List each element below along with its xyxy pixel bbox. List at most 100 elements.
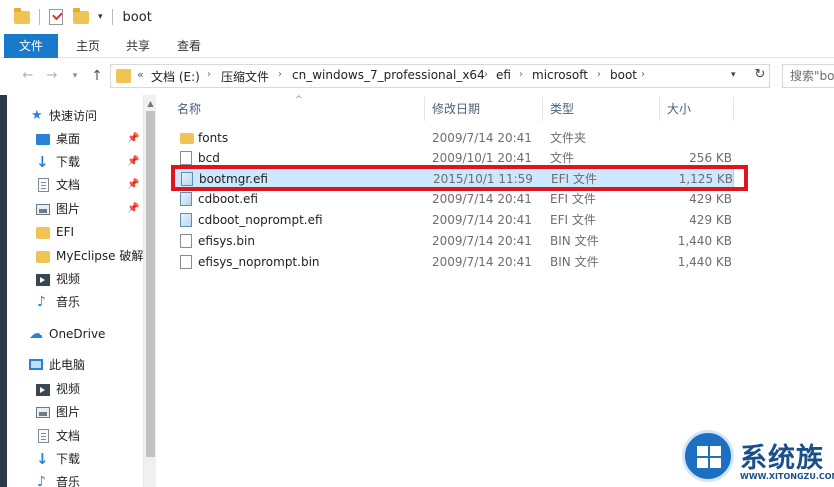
sidebar-item-downloads[interactable]: ↓ 下载 📌 bbox=[7, 151, 143, 173]
pin-icon[interactable]: 📌 bbox=[127, 174, 139, 196]
breadcrumb-separator[interactable]: › bbox=[278, 69, 282, 80]
sidebar-item-label: MyEclipse 破解 bbox=[56, 249, 143, 263]
file-list: ^ 名称 修改日期 类型 大小 fonts 2009/7/14 20:41 文件… bbox=[156, 95, 834, 487]
tab-file[interactable]: 文件 bbox=[4, 34, 58, 58]
file-name: fonts bbox=[198, 131, 229, 145]
column-header-modified[interactable]: 修改日期 bbox=[432, 97, 480, 121]
file-modified: 2009/7/14 20:41 bbox=[432, 213, 532, 227]
recent-locations-dropdown[interactable]: ▾ bbox=[68, 67, 82, 85]
sidebar-item-documents[interactable]: 文档 📌 bbox=[7, 174, 143, 196]
sidebar-item-label: 音乐 bbox=[56, 295, 81, 309]
column-header-size[interactable]: 大小 bbox=[667, 97, 691, 121]
column-divider[interactable] bbox=[659, 97, 660, 121]
breadcrumb-item[interactable]: 压缩文件 bbox=[221, 68, 269, 85]
file-size: 429 KB bbox=[689, 213, 732, 227]
tab-view[interactable]: 查看 bbox=[171, 34, 207, 58]
watermark-name: 系统族 bbox=[740, 443, 824, 474]
document-icon bbox=[38, 429, 49, 443]
breadcrumb-separator[interactable]: › bbox=[597, 69, 601, 80]
file-name: efisys_noprompt.bin bbox=[198, 255, 320, 269]
breadcrumb-overflow[interactable]: « bbox=[137, 68, 144, 81]
file-row[interactable]: cdboot.efi 2009/7/14 20:41 EFI 文件 429 KB bbox=[174, 189, 734, 209]
chevron-down-icon[interactable]: ▾ bbox=[731, 70, 736, 80]
sidebar-item-quick-access[interactable]: ★ 快速访问 bbox=[7, 105, 143, 127]
column-header-name[interactable]: 名称 bbox=[177, 97, 201, 121]
sidebar-item-label: 音乐 bbox=[56, 475, 81, 487]
file-row[interactable]: efisys_noprompt.bin 2009/7/14 20:41 BIN … bbox=[174, 252, 734, 272]
sidebar-item-music[interactable]: ♪ 音乐 bbox=[7, 291, 143, 313]
sidebar-item-desktop[interactable]: 桌面 📌 bbox=[7, 128, 143, 150]
pin-icon[interactable]: 📌 bbox=[127, 151, 139, 173]
folder-icon[interactable] bbox=[14, 7, 30, 24]
sidebar-item-efi[interactable]: EFI bbox=[7, 221, 143, 243]
sidebar-item-label: 桌面 bbox=[56, 132, 81, 146]
navigation-pane-scrollbar[interactable]: ▲ bbox=[143, 95, 156, 487]
file-row[interactable]: efisys.bin 2009/7/14 20:41 BIN 文件 1,440 … bbox=[174, 231, 734, 251]
computer-icon bbox=[29, 359, 43, 370]
forward-button[interactable]: → bbox=[44, 67, 60, 85]
new-folder-icon[interactable] bbox=[73, 7, 89, 24]
pin-icon[interactable]: 📌 bbox=[127, 198, 139, 220]
file-type: 文件夹 bbox=[550, 131, 587, 145]
up-button[interactable]: ↑ bbox=[88, 67, 106, 85]
file-type: EFI 文件 bbox=[550, 192, 596, 206]
picture-icon bbox=[36, 204, 50, 215]
column-divider[interactable] bbox=[542, 97, 543, 121]
sidebar-item-label: 下载 bbox=[56, 452, 81, 466]
properties-icon[interactable] bbox=[49, 9, 63, 25]
customize-quick-access-dropdown[interactable]: ▾ bbox=[98, 12, 103, 22]
breadcrumb-item[interactable]: boot bbox=[610, 68, 637, 82]
navigation-bar: ← → ▾ ↑ « 文档 (E:) › 压缩文件 › cn_windows_7_… bbox=[0, 58, 834, 95]
sidebar-item-onedrive[interactable]: ☁ OneDrive bbox=[7, 323, 143, 345]
file-modified: 2009/7/14 20:41 bbox=[432, 192, 532, 206]
sidebar-item-label: 图片 bbox=[56, 202, 81, 216]
breadcrumb-separator[interactable]: › bbox=[519, 69, 523, 80]
sidebar-item-pc-downloads[interactable]: ↓ 下载 bbox=[7, 448, 143, 470]
sidebar-item-myeclipse[interactable]: MyEclipse 破解 bbox=[7, 245, 143, 267]
ribbon-tabs: 文件 主页 共享 查看 bbox=[0, 34, 834, 58]
sidebar-item-pc-music[interactable]: ♪ 音乐 bbox=[7, 471, 143, 487]
desktop-icon bbox=[36, 134, 50, 145]
sidebar-item-label: EFI bbox=[56, 225, 75, 239]
address-bar[interactable]: « 文档 (E:) › 压缩文件 › cn_windows_7_professi… bbox=[110, 64, 770, 88]
breadcrumb-item[interactable]: microsoft bbox=[532, 68, 588, 82]
file-type: BIN 文件 bbox=[550, 255, 599, 269]
sidebar-item-pictures[interactable]: 图片 📌 bbox=[7, 198, 143, 220]
navigation-pane: ★ 快速访问 桌面 📌 ↓ 下载 📌 文档 📌 图片 📌 EFI MyEclip… bbox=[7, 95, 143, 487]
tab-home[interactable]: 主页 bbox=[70, 34, 106, 58]
breadcrumb-item[interactable]: efi bbox=[496, 68, 511, 82]
music-icon: ♪ bbox=[37, 474, 46, 487]
pin-icon[interactable]: 📌 bbox=[127, 128, 139, 150]
breadcrumb-item[interactable]: cn_windows_7_professional_x64 bbox=[292, 68, 485, 82]
column-divider[interactable] bbox=[733, 97, 734, 121]
file-type: EFI 文件 bbox=[550, 213, 596, 227]
sidebar-item-label: OneDrive bbox=[49, 327, 106, 341]
folder-icon bbox=[180, 133, 194, 144]
column-header-type[interactable]: 类型 bbox=[550, 97, 574, 121]
sidebar-item-this-pc[interactable]: 此电脑 bbox=[7, 354, 143, 376]
file-name: efisys.bin bbox=[198, 234, 255, 248]
file-row[interactable]: fonts 2009/7/14 20:41 文件夹 bbox=[174, 128, 734, 148]
tab-share[interactable]: 共享 bbox=[120, 34, 156, 58]
breadcrumb-separator[interactable]: › bbox=[641, 69, 645, 80]
file-name: cdboot.efi bbox=[198, 192, 258, 206]
sidebar-item-pc-videos[interactable]: 视频 bbox=[7, 378, 143, 400]
sidebar-item-pc-pictures[interactable]: 图片 bbox=[7, 401, 143, 423]
scrollbar-thumb[interactable] bbox=[146, 111, 155, 457]
back-button[interactable]: ← bbox=[20, 67, 36, 85]
breadcrumb-separator[interactable]: › bbox=[207, 69, 211, 80]
file-modified: 2009/7/14 20:41 bbox=[432, 131, 532, 145]
annotation-highlight-box bbox=[171, 165, 748, 191]
cloud-icon: ☁ bbox=[29, 326, 43, 342]
refresh-button[interactable]: ↻ bbox=[752, 64, 768, 88]
file-row[interactable]: cdboot_noprompt.efi 2009/7/14 20:41 EFI … bbox=[174, 210, 734, 230]
breadcrumb-item[interactable]: 文档 (E:) bbox=[151, 68, 200, 85]
file-size: 1,440 KB bbox=[677, 255, 732, 269]
breadcrumb-separator[interactable]: › bbox=[484, 69, 488, 80]
file-icon bbox=[180, 234, 192, 248]
sidebar-item-videos[interactable]: 视频 bbox=[7, 268, 143, 290]
sidebar-item-pc-documents[interactable]: 文档 bbox=[7, 425, 143, 447]
file-icon bbox=[180, 151, 192, 165]
search-input[interactable]: 搜索"boot" bbox=[782, 64, 834, 88]
column-divider[interactable] bbox=[424, 97, 425, 121]
